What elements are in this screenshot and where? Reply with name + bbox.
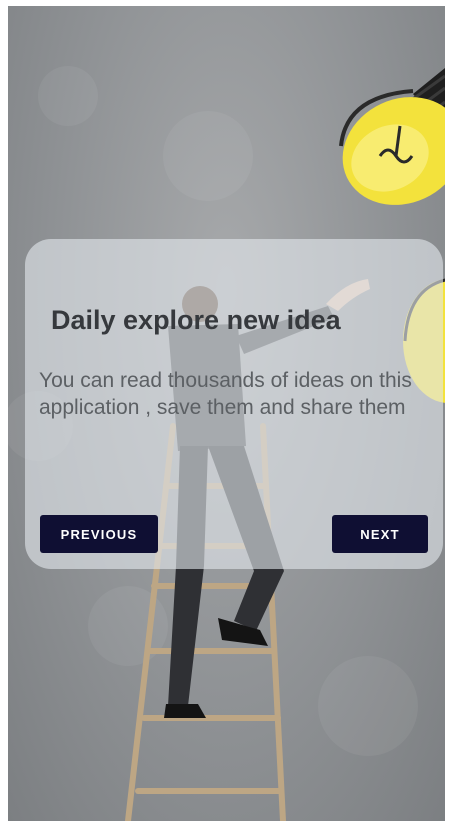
- onboarding-description: You can read thousands of ideas on this …: [39, 369, 412, 419]
- lightbulb-icon: [339, 68, 445, 205]
- onboarding-card: Daily explore new idea You can read thou…: [25, 239, 443, 569]
- next-button[interactable]: NEXT: [332, 515, 428, 553]
- onboarding-title: Daily explore new idea: [51, 305, 341, 335]
- previous-button[interactable]: PREVIOUS: [40, 515, 158, 553]
- onboarding-screen: Daily explore new idea You can read thou…: [8, 6, 445, 821]
